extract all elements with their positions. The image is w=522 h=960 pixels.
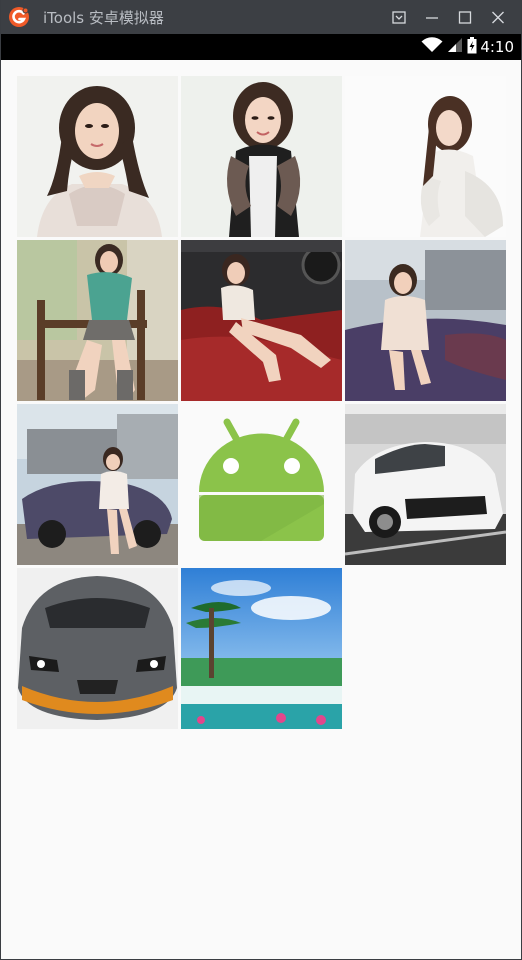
- maximize-icon: [458, 10, 472, 24]
- photo-gray-lamborghini[interactable]: [17, 568, 178, 729]
- gallery-screen: [1, 60, 521, 959]
- signal-icon: [447, 37, 463, 57]
- photo-woman-chair[interactable]: [17, 240, 178, 401]
- minimize-button[interactable]: [420, 5, 444, 29]
- battery-charging-icon: [467, 36, 477, 58]
- photo-woman-purple-car[interactable]: [17, 404, 178, 565]
- wifi-icon: [421, 37, 443, 57]
- emulator-window: iTools 安卓模拟器 4:10: [0, 0, 522, 960]
- close-button[interactable]: [486, 5, 510, 29]
- photo-woman-red-car-interior[interactable]: [181, 240, 342, 401]
- photo-woman-white-sweater[interactable]: [345, 76, 506, 237]
- itools-logo-icon: [8, 6, 30, 28]
- photo-woman-on-car-hood[interactable]: [345, 240, 506, 401]
- status-bar: 4:10: [1, 34, 521, 60]
- status-icons: [421, 36, 477, 58]
- maximize-button[interactable]: [453, 5, 477, 29]
- title-bar[interactable]: iTools 安卓模拟器: [1, 0, 521, 34]
- window-title: iTools 安卓模拟器: [43, 9, 164, 27]
- photo-waterfall-landscape[interactable]: [181, 568, 342, 729]
- screenshot-icon: [392, 10, 406, 24]
- minimize-icon: [425, 11, 439, 24]
- photo-white-sports-car[interactable]: [345, 404, 506, 565]
- photo-woman-lace-sleeves[interactable]: [181, 76, 342, 237]
- photo-woman-lace-top[interactable]: [17, 76, 178, 237]
- android-placeholder: [181, 404, 342, 565]
- screenshot-button[interactable]: [387, 5, 411, 29]
- image-grid: [17, 76, 507, 729]
- close-icon: [491, 11, 505, 24]
- status-time: 4:10: [480, 38, 514, 56]
